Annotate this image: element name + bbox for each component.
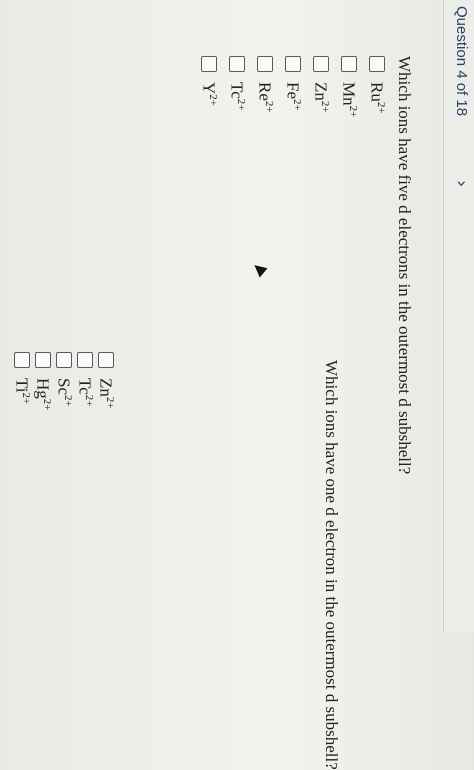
option-label: Ti2+: [12, 378, 33, 405]
question-1-text: Which ions have five d electrons in the …: [395, 56, 414, 475]
option-label: Sc2+: [54, 378, 75, 407]
checkbox[interactable]: [285, 56, 301, 72]
checkbox[interactable]: [341, 56, 357, 72]
question-2-options: Zn2+ Tc2+ Sc2+ Hg2+ Ti2+: [11, 352, 116, 411]
checkbox[interactable]: [313, 56, 329, 72]
next-question-icon[interactable]: ›: [451, 180, 472, 187]
q2-option-zn[interactable]: Zn2+: [96, 352, 116, 411]
option-label: Ru2+: [367, 82, 388, 114]
option-label: Y2+: [199, 82, 220, 106]
checkbox[interactable]: [257, 56, 273, 72]
q2-option-tc[interactable]: Tc2+: [75, 352, 95, 411]
q2-option-sc[interactable]: Sc2+: [54, 352, 74, 411]
option-label: Zn2+: [311, 82, 332, 113]
mouse-cursor-icon: [250, 260, 268, 278]
checkbox[interactable]: [77, 352, 93, 368]
q2-option-hg[interactable]: Hg2+: [33, 352, 53, 411]
question-2-text: Which ions have one d electron in the ou…: [322, 360, 341, 770]
checkbox[interactable]: [56, 352, 72, 368]
question-1-options: Ru2+ Mn2+ Zn2+ Fe2+ Re2+ Tc2+ Y2+: [193, 56, 389, 117]
question-counter: Question 4 of 18: [453, 6, 470, 117]
option-label: Fe2+: [283, 82, 304, 111]
option-label: Hg2+: [33, 378, 54, 411]
q1-option-re[interactable]: Re2+: [253, 56, 277, 117]
option-label: Mn2+: [339, 82, 360, 118]
quiz-page: Question 4 of 18 › Which ions have five …: [0, 0, 474, 770]
checkbox[interactable]: [369, 56, 385, 72]
q1-option-tc[interactable]: Tc2+: [225, 56, 249, 117]
q1-option-y[interactable]: Y2+: [197, 56, 221, 117]
checkbox[interactable]: [229, 56, 245, 72]
option-label: Zn2+: [96, 378, 117, 409]
q1-option-mn[interactable]: Mn2+: [337, 56, 361, 117]
q1-option-fe[interactable]: Fe2+: [281, 56, 305, 117]
option-label: Re2+: [255, 82, 276, 113]
checkbox[interactable]: [201, 56, 217, 72]
q2-option-ti[interactable]: Ti2+: [12, 352, 32, 411]
checkbox[interactable]: [35, 352, 51, 368]
checkbox[interactable]: [14, 352, 30, 368]
q1-option-zn[interactable]: Zn2+: [309, 56, 333, 117]
question-header: Question 4 of 18 ›: [443, 0, 474, 632]
checkbox[interactable]: [98, 352, 114, 368]
option-label: Tc2+: [227, 82, 248, 111]
option-label: Tc2+: [75, 378, 96, 407]
q1-option-ru[interactable]: Ru2+: [365, 56, 389, 117]
